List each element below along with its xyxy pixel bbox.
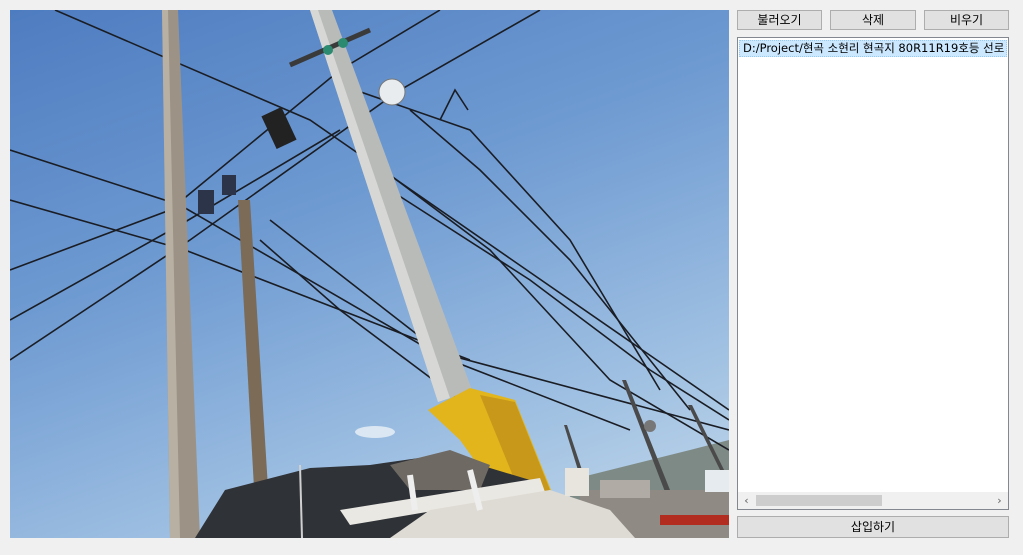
app-window: 불러오기 삭제 비우기 D:/Project/현곡 소현리 현곡지 80R11R… xyxy=(0,0,1023,555)
file-list[interactable]: D:/Project/현곡 소현리 현곡지 80R11R19호등 선로 ‹ › xyxy=(737,37,1009,510)
scrollbar-thumb[interactable] xyxy=(756,495,882,506)
insert-button[interactable]: 삽입하기 xyxy=(737,516,1009,538)
load-button[interactable]: 불러오기 xyxy=(737,10,822,30)
photo-preview xyxy=(10,10,729,538)
delete-button[interactable]: 삭제 xyxy=(830,10,916,30)
horizontal-scrollbar[interactable]: ‹ › xyxy=(738,492,1008,509)
utility-pole-photo xyxy=(10,10,729,538)
chevron-right-icon[interactable]: › xyxy=(991,492,1008,509)
clear-button[interactable]: 비우기 xyxy=(924,10,1009,30)
list-item[interactable]: D:/Project/현곡 소현리 현곡지 80R11R19호등 선로 xyxy=(739,40,1007,57)
chevron-left-icon[interactable]: ‹ xyxy=(738,492,755,509)
